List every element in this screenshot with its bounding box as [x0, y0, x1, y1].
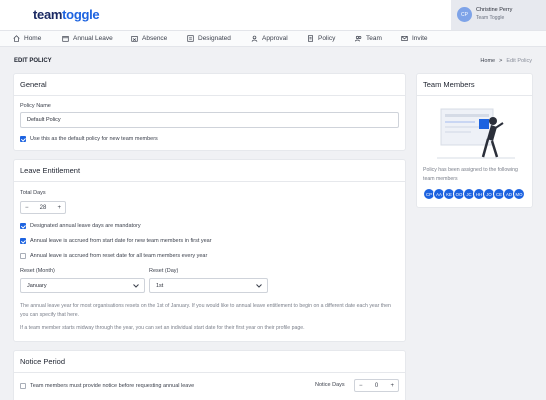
nav-label: Absence [142, 35, 168, 42]
mandatory-label: Designated annual leave days are mandato… [30, 223, 141, 229]
start-date-note: If a team member starts midway through t… [20, 325, 305, 331]
nav-label: Home [24, 35, 42, 42]
nav-item-home[interactable]: Home [13, 35, 41, 42]
notice-required-label: Team members must provide notice before … [30, 383, 195, 389]
reset-note: The annual leave year for most organisat… [20, 303, 391, 318]
notice-period-card: Notice Period Team members must provide … [13, 350, 406, 400]
approval-icon [251, 35, 258, 42]
total-days-value[interactable]: 28 [40, 205, 47, 211]
nav-label: Policy [318, 35, 336, 42]
leave-title: Leave Entitlement [20, 166, 81, 175]
calendar-icon [62, 36, 69, 42]
nav-label: Approval [262, 35, 288, 42]
chevron-down-icon [133, 283, 139, 288]
total-days-stepper[interactable]: − 28 + [20, 201, 66, 214]
notice-required-checkbox[interactable] [20, 383, 26, 389]
leave-entitlement-card: Leave Entitlement Total Days − 28 + Desi… [13, 159, 406, 342]
nav-item-approval[interactable]: Approval [251, 35, 288, 42]
default-policy-label: Use this as the default policy for new t… [30, 136, 158, 142]
illustration-image [437, 108, 515, 159]
notice-days-stepper[interactable]: − 0 + [354, 379, 399, 392]
breadcrumb: Home > Edit Policy [480, 58, 532, 64]
designated-icon [187, 35, 194, 42]
absence-icon [131, 36, 138, 42]
breadcrumb-current: Edit Policy [506, 58, 532, 64]
reset-day-label: Reset (Day) [149, 268, 179, 274]
page-title: EDIT POLICY [14, 58, 52, 64]
nav-label: Team [366, 35, 382, 42]
user-team: Team Toggle [476, 15, 505, 21]
notice-days-label: Notice Days [315, 382, 345, 388]
accrued-start-label: Annual leave is accrued from start date … [30, 238, 212, 244]
chevron-down-icon [256, 283, 262, 288]
increment-button[interactable]: + [390, 383, 394, 389]
policy-name-input[interactable]: Default Policy [20, 112, 399, 128]
app-logo[interactable]: teamtoggle [33, 7, 100, 22]
decrement-button[interactable]: − [359, 383, 363, 389]
team-member-avatar[interactable]: MO [513, 188, 525, 200]
nav-item-annual-leave[interactable]: Annual Leave [62, 35, 113, 42]
general-card: General Policy Name Default Policy Use t… [13, 73, 406, 151]
mandatory-checkbox[interactable] [20, 223, 26, 229]
nav-item-designated[interactable]: Designated [187, 35, 231, 42]
accrued-start-checkbox[interactable] [20, 238, 26, 244]
notice-days-value[interactable]: 0 [375, 383, 378, 389]
policy-name-label: Policy Name [20, 103, 51, 109]
reset-month-select[interactable]: January [20, 278, 145, 293]
top-bar: teamtoggle CP Christine Perry Team Toggl… [0, 0, 546, 30]
accrued-reset-label: Annual leave is accrued from reset date … [30, 253, 208, 259]
user-menu[interactable]: CP Christine Perry Team Toggle [451, 0, 546, 30]
team-members-text: Policy has been assigned to the followin… [423, 167, 518, 182]
team-members-title: Team Members [423, 80, 475, 89]
team-icon [355, 35, 362, 42]
avatar: CP [457, 7, 472, 22]
nav-item-absence[interactable]: Absence [131, 35, 167, 42]
user-name: Christine Perry [476, 7, 513, 13]
nav-item-policy[interactable]: Policy [307, 35, 335, 42]
nav-label: Invite [412, 35, 428, 42]
divider [14, 372, 405, 373]
notice-title: Notice Period [20, 357, 66, 366]
nav-item-invite[interactable]: Invite [401, 35, 428, 42]
accrued-reset-checkbox[interactable] [20, 253, 26, 259]
team-members-card: Team Members Policy has been assigned to… [416, 73, 533, 208]
decrement-button[interactable]: − [25, 205, 29, 211]
home-icon [13, 35, 20, 42]
nav-label: Annual Leave [73, 35, 113, 42]
breadcrumb-home[interactable]: Home [480, 58, 495, 64]
reset-month-value: January [27, 282, 47, 289]
invite-icon [401, 36, 408, 41]
increment-button[interactable]: + [57, 205, 61, 211]
main-nav: Home Annual Leave Absence Designated App… [0, 30, 546, 47]
divider [417, 95, 532, 96]
reset-day-value: 1st [156, 282, 164, 289]
divider [14, 95, 405, 96]
nav-label: Designated [198, 35, 231, 42]
total-days-label: Total Days [20, 190, 46, 196]
general-title: General [20, 80, 47, 89]
breadcrumb-separator: > [499, 58, 503, 64]
reset-month-label: Reset (Month) [20, 268, 55, 274]
divider [14, 181, 405, 182]
default-policy-checkbox[interactable] [20, 136, 26, 142]
policy-icon [308, 35, 313, 42]
nav-item-team[interactable]: Team [355, 35, 382, 42]
reset-day-select[interactable]: 1st [149, 278, 268, 293]
